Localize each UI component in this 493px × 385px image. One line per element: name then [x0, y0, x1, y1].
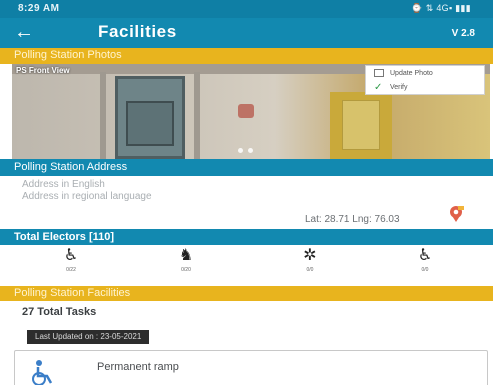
facilities-section-header: Polling Station Facilities — [0, 286, 493, 301]
pwd-wheelchair-user-icon: ♿ — [63, 247, 79, 264]
category-blind[interactable]: ✲ 0/0 — [290, 245, 330, 285]
last-updated-badge: Last Updated on : 23-05-2021 — [27, 330, 150, 344]
task-name: Permanent ramp — [97, 361, 179, 373]
verify-option[interactable]: ✓ Verify — [366, 80, 484, 94]
carousel-dot[interactable] — [238, 148, 243, 153]
status-time: 8:29 AM — [18, 3, 60, 14]
map-pin-icon[interactable] — [447, 205, 465, 223]
category-count: 0/0 — [421, 267, 429, 273]
verify-label: Verify — [390, 83, 408, 91]
camera-icon — [374, 69, 384, 77]
app-bar: ← Facilities V 2.8 — [0, 18, 493, 48]
address-regional: Address in regional language — [22, 191, 152, 202]
address-english: Address in English — [22, 179, 105, 190]
electors-section-title: Total Electors [110] — [14, 231, 115, 243]
carousel-indicator[interactable] — [238, 148, 253, 153]
category-count: 0/0 — [306, 267, 314, 273]
photo-label: PS Front View — [16, 66, 70, 75]
photo-action-menu: Update Photo ✓ Verify — [365, 65, 485, 95]
wheelchair-ramp-icon — [32, 360, 53, 385]
status-icons: ⌚ ⇅ 4G▪ ▮▮▮ — [411, 3, 471, 13]
photo-wall-mark — [238, 104, 254, 118]
senior-citizen-icon: ♞ — [178, 247, 194, 264]
category-wheelchair[interactable]: ♿ 0/0 — [405, 245, 445, 285]
update-photo-label: Update Photo — [390, 69, 433, 77]
photo-poster — [342, 100, 380, 150]
status-bar: 8:29 AM ⌚ ⇅ 4G▪ ▮▮▮ — [0, 0, 493, 18]
version-label: V 2.8 — [451, 28, 475, 39]
category-count: 0/20 — [181, 267, 191, 273]
category-count: 0/22 — [66, 267, 76, 273]
check-icon: ✓ — [374, 81, 383, 93]
photos-section-title: Polling Station Photos — [14, 49, 122, 61]
wheelchair-icon: ♿ — [417, 247, 433, 264]
total-tasks-text: 27 Total Tasks — [22, 306, 97, 318]
update-photo-option[interactable]: Update Photo — [366, 66, 484, 80]
back-arrow-icon[interactable]: ← — [14, 21, 34, 43]
electors-section-header: Total Electors [110] — [0, 229, 493, 245]
address-section-header: Polling Station Address — [0, 159, 493, 176]
coordinates-text: Lat: 28.71 Lng: 76.03 — [305, 214, 400, 225]
elector-category-row: ♿ 0/22 ♞ 0/20 ✲ 0/0 ♿ 0/0 — [0, 245, 493, 285]
address-section-title: Polling Station Address — [14, 161, 128, 173]
photo-door — [115, 76, 185, 159]
task-card[interactable]: Permanent ramp — [14, 350, 488, 385]
category-pwd[interactable]: ♿ 0/22 — [51, 245, 91, 285]
page-title: Facilities — [98, 22, 177, 41]
photos-section-header: Polling Station Photos — [0, 48, 493, 64]
carousel-dot[interactable] — [248, 148, 253, 153]
address-block: Address in English Address in regional l… — [22, 179, 152, 203]
facilities-section-title: Polling Station Facilities — [14, 287, 131, 299]
blind-person-icon: ✲ — [303, 247, 317, 264]
category-senior[interactable]: ♞ 0/20 — [166, 245, 206, 285]
photo-door-panel — [126, 101, 174, 146]
